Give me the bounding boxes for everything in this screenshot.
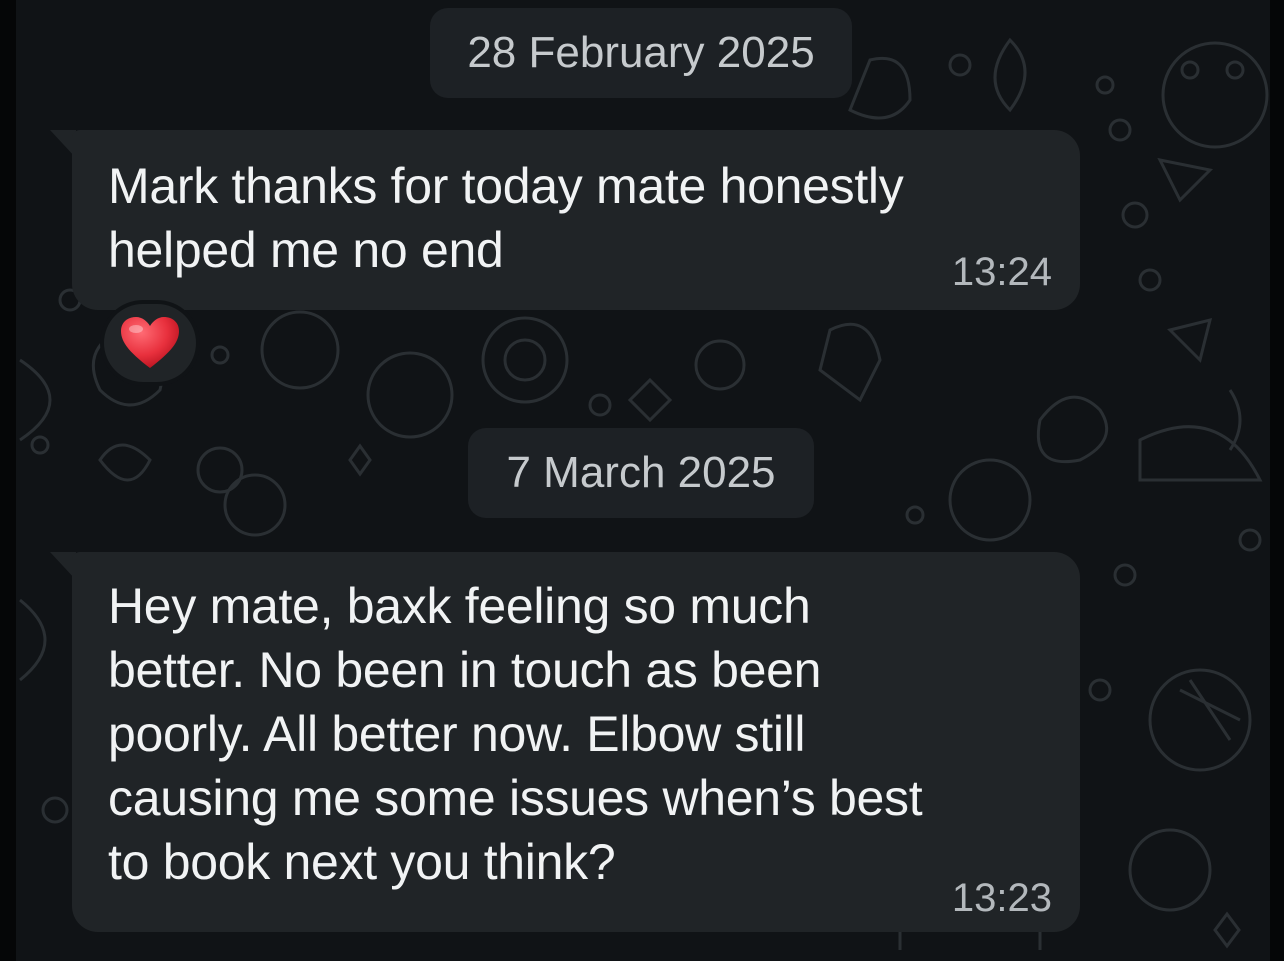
reaction-badge[interactable] <box>100 300 200 386</box>
message-timestamp: 13:24 <box>951 250 1052 294</box>
message-text: Mark thanks for today mate honestly help… <box>108 158 904 278</box>
heart-icon <box>121 317 179 368</box>
message-text: Hey mate, baxk feeling so much better. N… <box>108 578 923 890</box>
date-separator: 7 March 2025 <box>468 428 814 518</box>
incoming-message-bubble[interactable]: Mark thanks for today mate honestly help… <box>72 130 1080 310</box>
right-edge <box>1270 0 1284 961</box>
left-edge <box>0 0 16 961</box>
message-timestamp: 13:23 <box>951 876 1052 920</box>
chat-area: 28 February 2025 Mark thanks for today m… <box>0 0 1284 961</box>
incoming-message-bubble[interactable]: Hey mate, baxk feeling so much better. N… <box>72 552 1080 932</box>
date-separator: 28 February 2025 <box>430 8 852 98</box>
